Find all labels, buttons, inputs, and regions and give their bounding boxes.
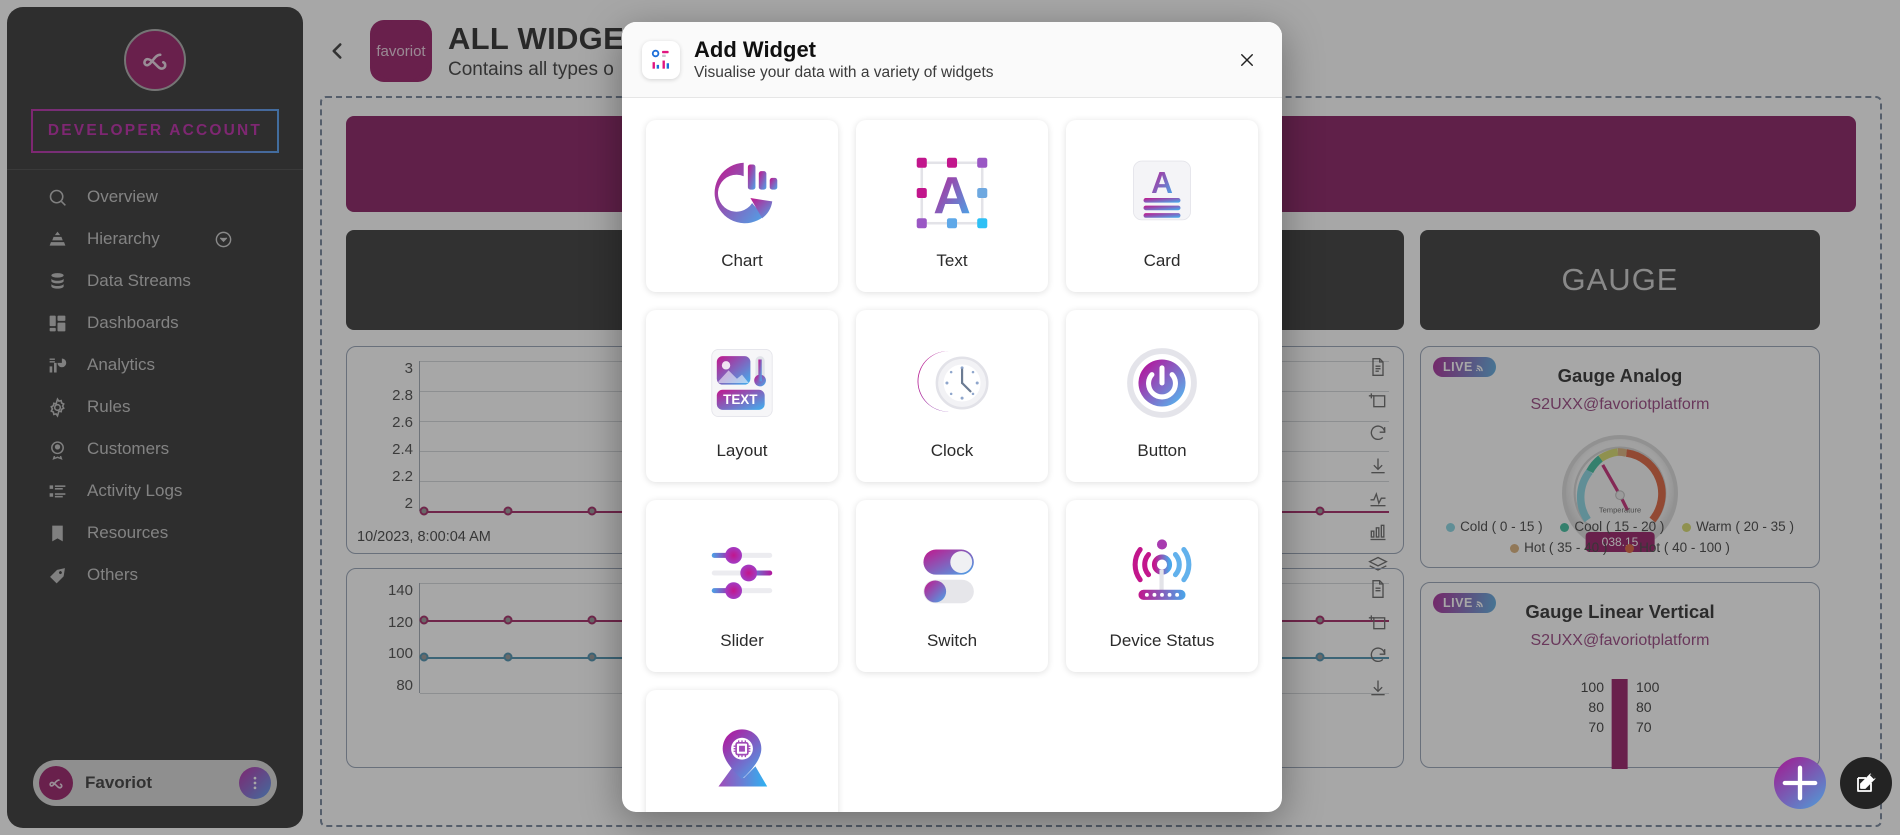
- plus-icon: [1782, 765, 1818, 801]
- slider-icon: [700, 521, 784, 625]
- widget-option-button[interactable]: Button: [1066, 310, 1258, 482]
- widget-option-label: Device Status: [1109, 631, 1215, 650]
- widget-option-label: Slider: [720, 631, 764, 650]
- svg-text:A: A: [933, 167, 971, 225]
- widget-option-label: Button: [1137, 441, 1187, 460]
- card-icon: A: [1120, 141, 1204, 245]
- edit-dashboard-fab[interactable]: [1840, 757, 1892, 809]
- modal-subtitle: Visualise your data with a variety of wi…: [694, 64, 994, 82]
- widget-option-layout[interactable]: TEXT Layout: [646, 310, 838, 482]
- app-root: favoriot ALL WIDGETS Contains all types …: [0, 0, 1900, 835]
- widget-option-label: Card: [1143, 251, 1181, 270]
- widget-option-chart[interactable]: Chart: [646, 120, 838, 292]
- edit-pencil-icon: [1857, 773, 1876, 792]
- widget-option-device-status[interactable]: Device Status: [1066, 500, 1258, 672]
- widget-option-label: Text: [936, 251, 968, 270]
- widget-option-clock[interactable]: Clock: [856, 310, 1048, 482]
- text-a-icon: A: [910, 141, 994, 245]
- widget-option-label: Clock: [930, 441, 974, 460]
- power-button-icon: [1120, 331, 1204, 435]
- layout-icon: TEXT: [700, 331, 784, 435]
- widget-option-label: Layout: [716, 441, 768, 460]
- add-widget-glyph-icon: [651, 49, 670, 69]
- widget-option-slider[interactable]: Slider: [646, 500, 838, 672]
- add-widget-modal: Add Widget Visualise your data with a va…: [622, 22, 1282, 812]
- widget-option-label: Switch: [926, 631, 978, 650]
- device-signal-icon: [1120, 521, 1204, 625]
- widget-option-card[interactable]: A Card: [1066, 120, 1258, 292]
- svg-text:TEXT: TEXT: [723, 392, 758, 407]
- widget-grid: Chart A Text A Card TEXT Layout Clock Bu…: [622, 98, 1282, 812]
- close-icon: [1241, 53, 1253, 66]
- modal-title: Add Widget: [694, 36, 816, 62]
- donut-bar-chart-icon: [700, 141, 784, 245]
- switch-toggle-icon: [910, 521, 994, 625]
- widget-option-switch[interactable]: Switch: [856, 500, 1048, 672]
- widget-option-map[interactable]: Map: [646, 690, 838, 812]
- globe-clock-icon: [910, 331, 994, 435]
- add-widget-fab[interactable]: [1774, 757, 1826, 809]
- add-widget-icon: [642, 40, 680, 79]
- close-button[interactable]: [1232, 45, 1262, 75]
- widget-option-label: Chart: [721, 251, 763, 270]
- modal-header: Add Widget Visualise your data with a va…: [622, 22, 1282, 98]
- modal-title-block: Add Widget Visualise your data with a va…: [694, 37, 994, 82]
- widget-option-text[interactable]: A Text: [856, 120, 1048, 292]
- svg-text:A: A: [1151, 167, 1173, 200]
- map-pin-icon: [700, 711, 784, 812]
